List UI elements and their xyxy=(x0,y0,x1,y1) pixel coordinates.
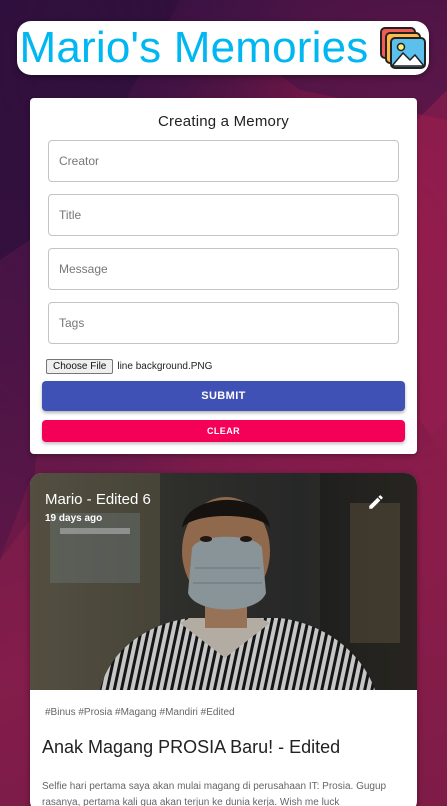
title-input[interactable] xyxy=(48,194,399,236)
post-tags: #Binus #Prosia #Magang #Mandiri #Edited xyxy=(45,707,235,718)
photos-stack-icon xyxy=(379,27,426,69)
clear-button[interactable]: CLEAR xyxy=(42,420,405,442)
file-name: line background.PNG xyxy=(117,360,213,372)
pencil-icon xyxy=(369,495,383,509)
post-message: Selfie hari pertama saya akan mulai maga… xyxy=(42,781,387,806)
creator-input[interactable] xyxy=(48,140,399,182)
memory-card: Mario - Edited 6 19 days ago #Binus #Pro… xyxy=(30,473,417,806)
form-heading: Creating a Memory xyxy=(158,113,289,130)
app-title: Mario's Memories xyxy=(19,23,369,72)
file-picker: Choose File line background.PNG xyxy=(46,358,212,374)
app-bar: Mario's Memories xyxy=(17,21,429,75)
submit-button[interactable]: SUBMIT xyxy=(42,381,405,411)
post-title: Anak Magang PROSIA Baru! - Edited xyxy=(42,737,341,757)
tags-input[interactable] xyxy=(48,302,399,344)
message-input[interactable] xyxy=(48,248,399,290)
choose-file-button[interactable]: Choose File xyxy=(46,358,114,374)
memory-form: Creating a Memory Choose File line backg… xyxy=(30,98,417,454)
post-time: 19 days ago xyxy=(45,513,103,524)
memory-photo: Mario - Edited 6 19 days ago xyxy=(30,473,417,690)
edit-button[interactable] xyxy=(367,491,389,513)
post-creator: Mario - Edited 6 xyxy=(45,491,151,508)
